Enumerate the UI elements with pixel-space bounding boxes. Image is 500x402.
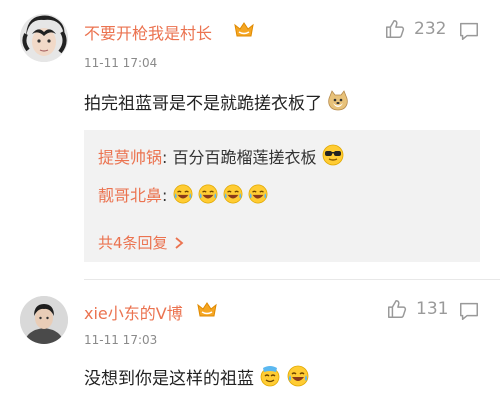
comment-item: xie小东的V博 11-11 17:03 131 没想到你是这样的祖蓝 — [0, 280, 500, 402]
sweat-emoji-icon — [259, 365, 281, 387]
chevron-right-icon — [174, 236, 183, 249]
thumbs-up-icon — [386, 20, 405, 38]
more-replies-label: 共4条回复 — [98, 234, 168, 252]
laugh-tears-emoji-icon — [223, 184, 243, 204]
reply-author[interactable]: 提莫帅锅 — [98, 148, 162, 167]
avatar[interactable] — [20, 14, 68, 62]
like-count: 131 — [416, 299, 449, 319]
laugh-tears-emoji-icon — [248, 184, 268, 204]
doge-emoji-icon — [327, 90, 349, 112]
like-button[interactable]: 232 — [384, 18, 446, 40]
comment-bubble-icon[interactable] — [458, 20, 480, 42]
laugh-tears-emoji-icon — [198, 184, 218, 204]
like-button[interactable]: 131 — [386, 298, 448, 320]
laugh-tears-emoji-icon — [287, 365, 309, 387]
timestamp: 11-11 17:03 — [84, 333, 158, 347]
like-count: 232 — [414, 19, 447, 39]
username[interactable]: 不要开枪我是村长 — [84, 20, 212, 44]
comment-item: 不要开枪我是村长 11-11 17:04 232 拍完祖蓝哥是不是就跪搓衣板了 — [0, 0, 500, 280]
comment-bubble-icon[interactable] — [458, 300, 480, 322]
more-replies-link[interactable]: 共4条回复 — [98, 232, 184, 253]
vip-crown-badge-icon — [196, 301, 218, 319]
laugh-tears-emoji-group — [173, 184, 268, 205]
reply-author[interactable]: 靓哥北鼻 — [98, 186, 162, 205]
reply-item: 提莫帅锅: 百分百跪榴莲搓衣板 — [98, 144, 344, 168]
thumbs-up-icon — [388, 300, 407, 318]
comment-text: 没想到你是这样的祖蓝 — [84, 364, 309, 389]
reply-text: 百分百跪榴莲搓衣板 — [172, 148, 317, 167]
laugh-tears-emoji-icon — [173, 184, 193, 204]
reply-item: 靓哥北鼻: — [98, 182, 268, 206]
timestamp: 11-11 17:04 — [84, 56, 158, 70]
cool-sunglasses-emoji-icon — [322, 144, 344, 166]
vip-crown-badge-icon — [233, 21, 255, 39]
username[interactable]: xie小东的V博 — [84, 300, 183, 324]
comment-text: 拍完祖蓝哥是不是就跪搓衣板了 — [84, 89, 349, 114]
reply-box: 提莫帅锅: 百分百跪榴莲搓衣板 靓哥北鼻: 共4条回复 — [84, 130, 480, 262]
avatar[interactable] — [20, 296, 68, 344]
